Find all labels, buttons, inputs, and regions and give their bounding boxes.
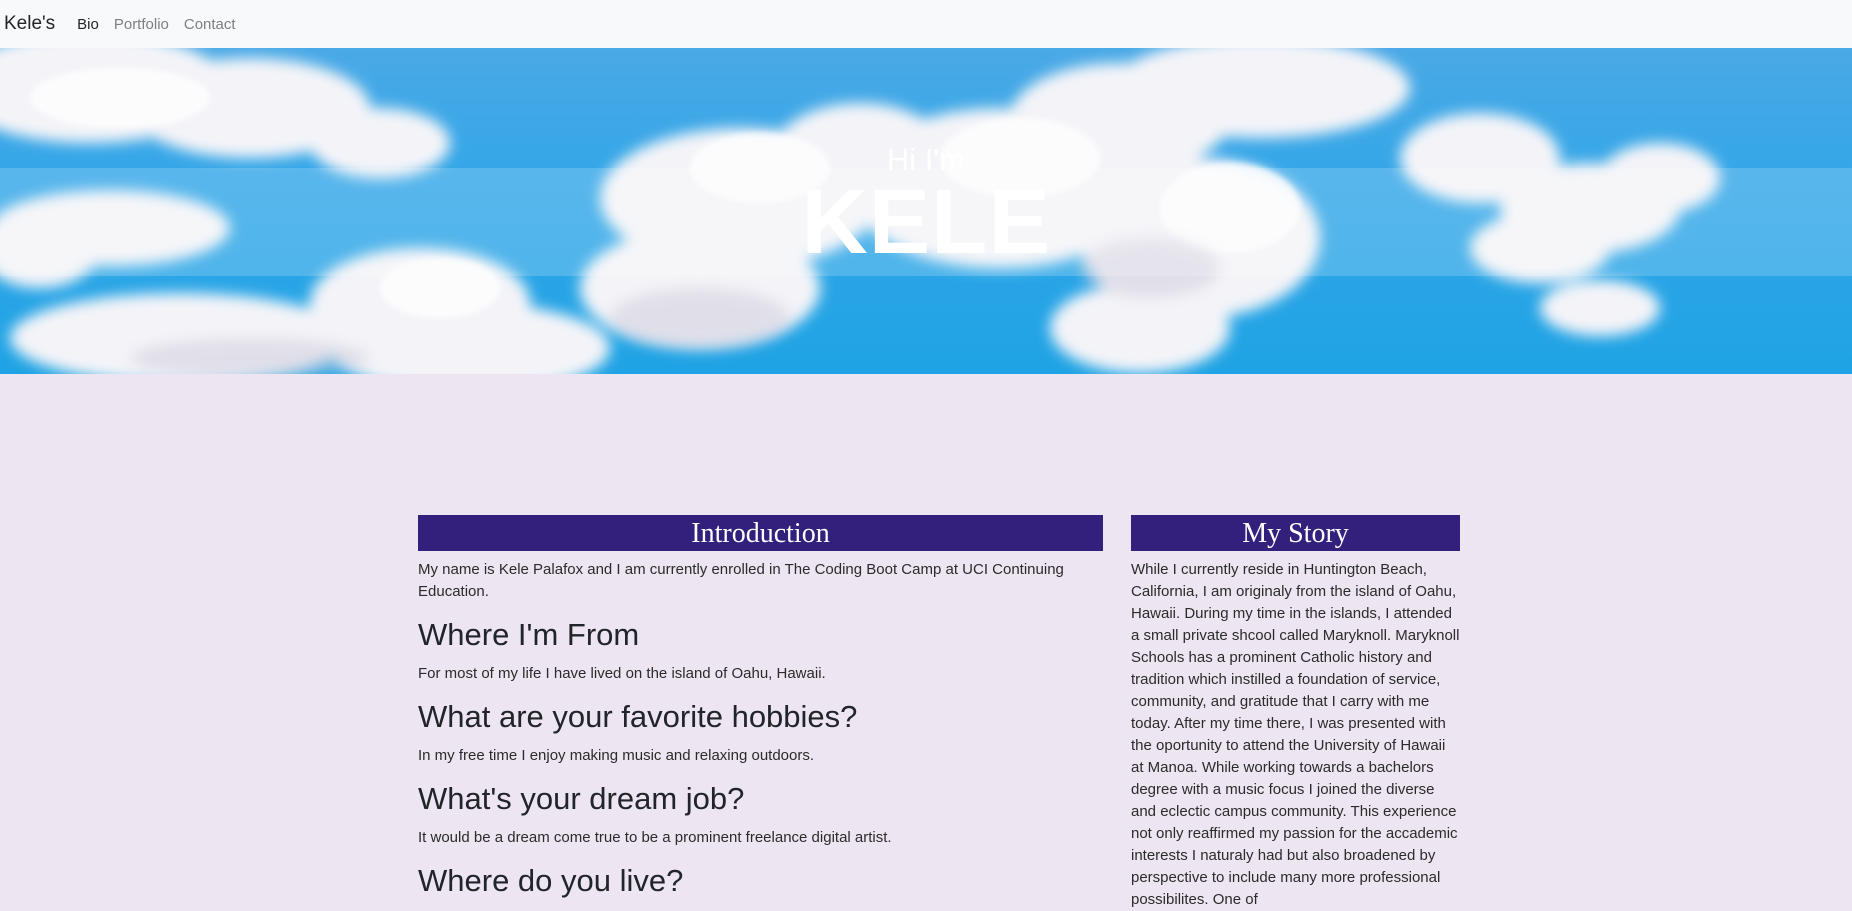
brand-link[interactable]: Kele's bbox=[4, 13, 55, 35]
introduction-text: My name is Kele Palafox and I am current… bbox=[418, 561, 1064, 600]
hero-banner: Hi I'm KELE bbox=[0, 48, 1852, 374]
my-story-column: My Story While I currently reside in Hun… bbox=[1131, 515, 1460, 911]
hero-name: KELE bbox=[801, 171, 1051, 273]
dream-job-text: It would be a dream come true to be a pr… bbox=[418, 829, 892, 846]
my-story-text: While I currently reside in Huntington B… bbox=[1131, 561, 1460, 908]
where-live-heading: Where do you live? bbox=[418, 863, 684, 898]
introduction-column: Introduction My name is Kele Palafox and… bbox=[418, 515, 1103, 909]
nav-link-portfolio[interactable]: Portfolio bbox=[114, 16, 169, 33]
where-from-text: For most of my life I have lived on the … bbox=[418, 665, 826, 682]
nav-link-contact[interactable]: Contact bbox=[184, 16, 236, 33]
hobbies-text: In my free time I enjoy making music and… bbox=[418, 747, 815, 764]
dream-job-heading: What's your dream job? bbox=[418, 781, 745, 816]
nav-link-bio[interactable]: Bio bbox=[77, 16, 99, 33]
where-from-heading: Where I'm From bbox=[418, 617, 640, 652]
hobbies-heading: What are your favorite hobbies? bbox=[418, 699, 858, 734]
my-story-header: My Story bbox=[1131, 515, 1460, 551]
introduction-header: Introduction bbox=[418, 515, 1103, 551]
navbar: Kele's Bio Portfolio Contact bbox=[0, 0, 1852, 48]
